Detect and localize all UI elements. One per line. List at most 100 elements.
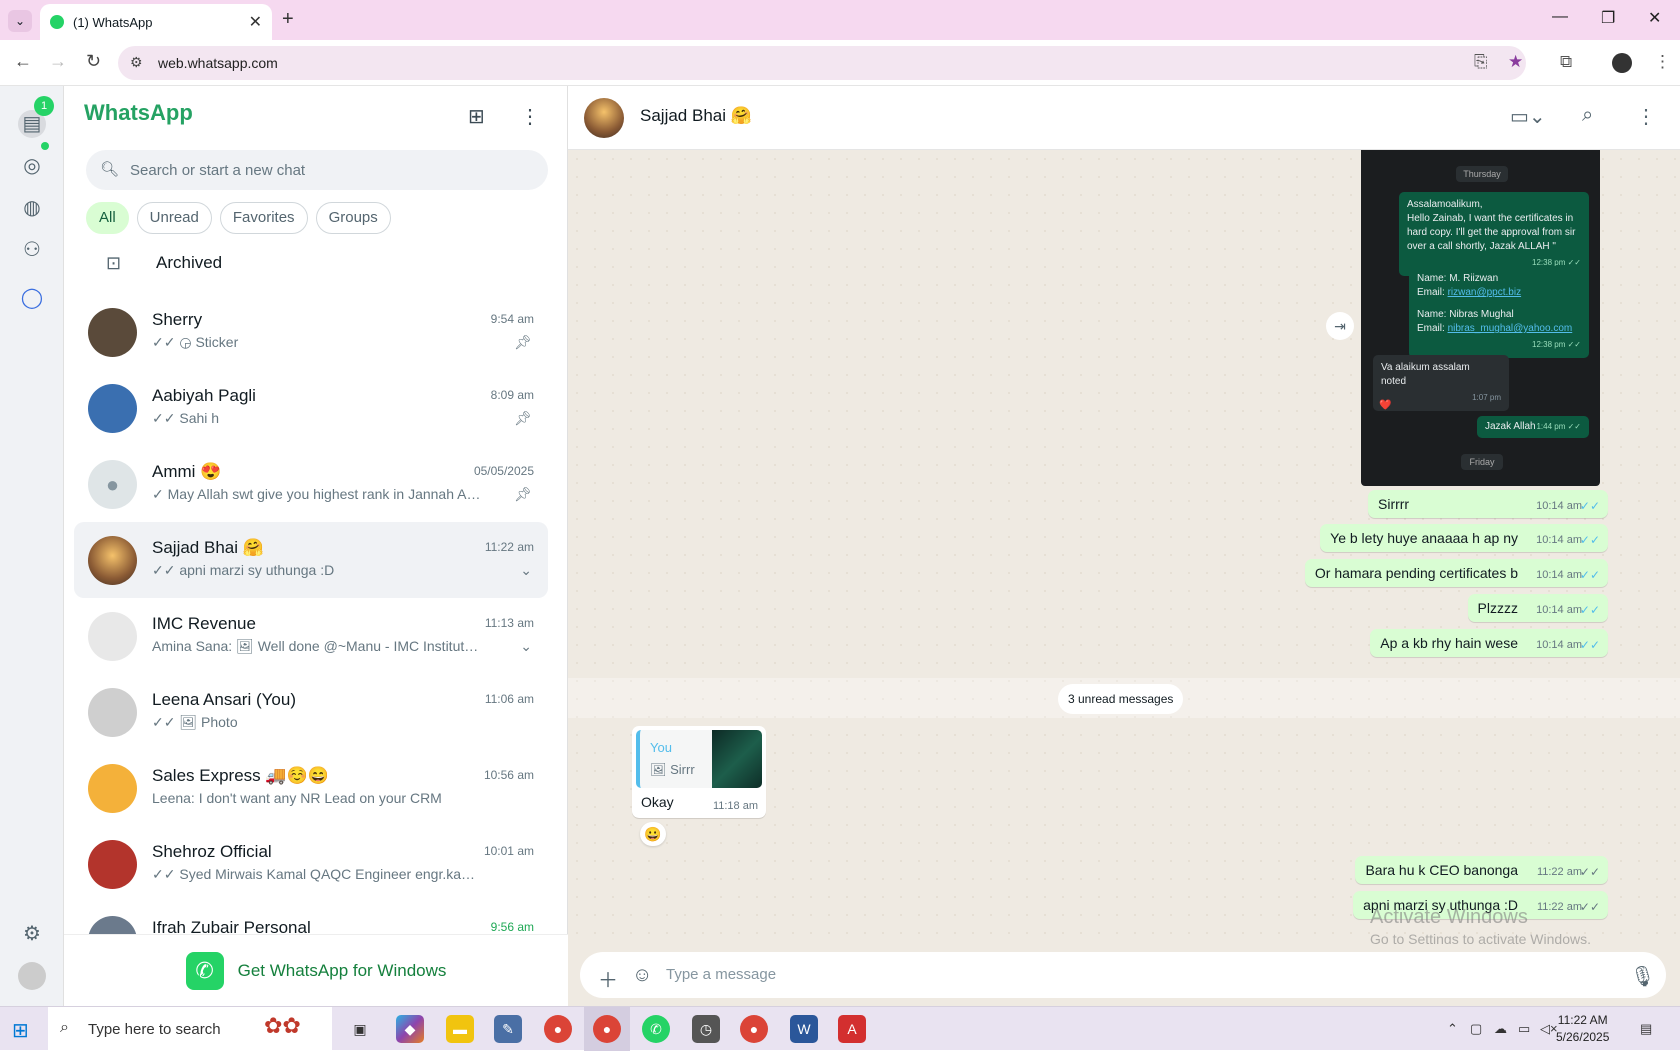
screenshot-bubble: Jazak Allah 1:44 pm ✓✓ [1477, 416, 1589, 438]
outgoing-message[interactable]: Ap a kb rhy hain wese 10:14 am ✓✓ [1370, 629, 1608, 657]
chat-row[interactable]: IMC Revenue 11:13 am Amina Sana: 🖼 Well … [74, 598, 548, 674]
outgoing-message[interactable]: Bara hu k CEO banonga 11:22 am ✓✓ [1355, 856, 1608, 884]
chat-preview: Amina Sana: 🖼 Well done @~Manu - IMC Ins… [152, 638, 482, 654]
onedrive-icon[interactable]: ☁ [1494, 1021, 1507, 1037]
chat-row-selected[interactable]: Sajjad Bhai 🤗 11:22 am ✓✓ apni marzi sy … [74, 522, 548, 598]
outgoing-message[interactable]: Ye b lety huye anaaaa h ap ny 10:14 am ✓… [1320, 524, 1608, 552]
address-bar[interactable]: ⚙ web.whatsapp.com [118, 46, 1526, 80]
contact-name[interactable]: Sajjad Bhai 🤗 [640, 106, 752, 126]
file-explorer-icon[interactable]: ▬ [446, 1015, 474, 1043]
channels-icon[interactable]: ◍ [18, 194, 46, 222]
windows-start-icon[interactable]: ⊞ [12, 1018, 29, 1043]
chat-row[interactable]: Sales Express 🚚☺️😄 10:56 am Leena: I don… [74, 750, 548, 826]
chat-row[interactable]: Leena Ansari (You) 11:06 am ✓✓ 🖼 Photo [74, 674, 548, 750]
tray-app-icon[interactable]: ▢ [1470, 1021, 1482, 1037]
meta-ai-icon[interactable]: ◯ [18, 284, 46, 312]
copilot-icon[interactable]: ◆ [396, 1015, 424, 1043]
task-view-icon[interactable]: ▣ [346, 1015, 374, 1043]
chrome-icon[interactable]: ● [544, 1015, 572, 1043]
notifications-icon[interactable]: ▤ [1640, 1021, 1652, 1037]
status-icon[interactable]: ◎ [18, 152, 46, 180]
conversation-header[interactable]: Sajjad Bhai 🤗 ▭⌄ ⌕ ⋮ [568, 86, 1680, 150]
filter-all[interactable]: All [86, 202, 129, 234]
browser-menu-icon[interactable]: ⋮ [1654, 52, 1671, 72]
forward-icon[interactable]: → [49, 51, 67, 72]
outgoing-message[interactable]: Or hamara pending certificates b 10:14 a… [1304, 559, 1608, 587]
chat-row[interactable]: Aabiyah Pagli 8:09 am ✓✓ Sahi h 📌︎ [74, 370, 548, 446]
message-time: 10:14 am [1536, 639, 1582, 651]
nav-rail: ▤ 1 ◎ ◍ ⚇ ◯ ⚙ [0, 86, 64, 1006]
extensions-icon[interactable]: ⧉ [1560, 52, 1572, 72]
archive-icon: ⊡ [106, 252, 122, 273]
chrome-profile-icon[interactable]: ● [740, 1015, 768, 1043]
contact-avatar[interactable] [584, 98, 624, 138]
video-call-icon[interactable]: ▭⌄ [1510, 104, 1546, 129]
menu-icon[interactable]: ⋮ [520, 104, 540, 129]
search-input[interactable]: 🔍︎ Search or start a new chat [86, 150, 548, 190]
chat-time: 10:01 am [483, 844, 534, 858]
profile-avatar[interactable] [1612, 53, 1632, 73]
network-icon[interactable]: ▭ [1518, 1021, 1530, 1037]
outgoing-message[interactable]: Plzzzz 10:14 am ✓✓ [1467, 594, 1608, 622]
communities-icon[interactable]: ⚇ [18, 236, 46, 264]
name-line: Name: Nibras Mughal [1417, 309, 1514, 320]
search-icon[interactable]: ⌕ [1582, 104, 1593, 127]
whatsapp-taskbar-icon[interactable]: ✆ [642, 1015, 670, 1043]
browser-tab-strip: ⌄ (1) WhatsApp ✕ + — ❐ ✕ [0, 0, 1680, 40]
screenshot-image-message[interactable]: Thursday Assalamoalikum, Hello Zainab, I… [1361, 150, 1600, 486]
incoming-message[interactable]: You 🖼 Sirrr Okay 11:18 am [632, 726, 766, 818]
minimize-icon[interactable]: — [1552, 8, 1568, 26]
chat-name: Leena Ansari (You) [152, 690, 296, 709]
reaction-emoji[interactable]: 😀 [640, 822, 666, 846]
install-app-icon[interactable]: ⎘ [1474, 52, 1488, 72]
close-window-icon[interactable]: ✕ [1648, 8, 1661, 28]
taskbar-search[interactable]: ⌕ Type here to search ✿✿ [48, 1007, 332, 1051]
chat-row[interactable]: ● Ammi 😍 05/05/2025 ✓ May Allah swt give… [74, 446, 548, 522]
attach-plus-icon[interactable]: ＋ [598, 964, 618, 993]
microphone-icon[interactable]: 🎙︎ [1630, 964, 1655, 989]
bookmark-star-icon[interactable]: ★ [1508, 52, 1523, 72]
emoji-sticker-icon[interactable]: ☺ [632, 964, 652, 987]
profile-avatar-icon[interactable] [18, 962, 46, 990]
browser-tab-whatsapp[interactable]: (1) WhatsApp ✕ [40, 4, 272, 40]
chat-row[interactable]: Shehroz Official 10:01 am ✓✓ Syed Mirwai… [74, 826, 548, 902]
new-chat-icon[interactable]: ⊞ [468, 104, 485, 129]
tray-chevron-icon[interactable]: ⌃ [1447, 1021, 1458, 1037]
email-label: Email: [1417, 287, 1448, 298]
chevron-down-icon[interactable]: ⌄ [520, 638, 532, 655]
outgoing-message[interactable]: Sirrrr 10:14 am ✓✓ [1368, 490, 1608, 518]
back-icon[interactable]: ← [14, 51, 32, 72]
settings-icon[interactable]: ⚙ [18, 920, 46, 948]
clock-app-icon[interactable]: ◷ [692, 1015, 720, 1043]
chevron-down-icon[interactable]: ⌄ [520, 562, 532, 579]
close-tab-icon[interactable]: ✕ [249, 12, 262, 32]
tab-search-dropdown[interactable]: ⌄ [8, 10, 32, 32]
filter-unread[interactable]: Unread [136, 202, 212, 234]
acrobat-icon[interactable]: A [838, 1015, 866, 1043]
volume-muted-icon[interactable]: ◁× [1540, 1021, 1558, 1037]
taskbar-clock[interactable]: 11:22 AM 5/26/2025 [1556, 1012, 1609, 1046]
restore-icon[interactable]: ❐ [1601, 8, 1615, 28]
message-time: 10:14 am [1536, 500, 1582, 512]
menu-icon[interactable]: ⋮ [1636, 104, 1656, 129]
quoted-message[interactable]: You 🖼 Sirrr [636, 730, 762, 788]
forward-icon[interactable]: ⇥ [1326, 312, 1354, 340]
app-icon[interactable]: ✎ [494, 1015, 522, 1043]
new-tab-icon[interactable]: + [282, 8, 294, 31]
status-dot [41, 142, 49, 150]
site-info-icon[interactable]: ⚙ [130, 54, 143, 71]
avatar [88, 384, 137, 433]
get-windows-app-banner[interactable]: ✆ Get WhatsApp for Windows [64, 934, 568, 1006]
whatsapp-app: ▤ 1 ◎ ◍ ⚇ ◯ ⚙ WhatsApp ⊞ ⋮ 🔍︎ Search or … [0, 86, 1680, 1006]
filter-favorites[interactable]: Favorites [219, 202, 308, 234]
chrome-active-icon[interactable]: ● [593, 1015, 621, 1043]
archived-row[interactable]: ⊡ Archived [64, 236, 568, 290]
chat-row[interactable]: Sherry 9:54 am ✓✓ ◶ Sticker 📌︎ [74, 294, 548, 370]
message-input-box[interactable]: ＋ ☺ Type a message 🎙︎ [580, 952, 1666, 998]
reload-icon[interactable]: ↻ [86, 51, 101, 72]
filter-groups[interactable]: Groups [315, 202, 391, 234]
tab-title: (1) WhatsApp [73, 14, 153, 30]
read-ticks-icon: ✓✓ [1579, 499, 1600, 513]
composer: ＋ ☺ Type a message 🎙︎ [568, 944, 1680, 1006]
word-icon[interactable]: W [790, 1015, 818, 1043]
